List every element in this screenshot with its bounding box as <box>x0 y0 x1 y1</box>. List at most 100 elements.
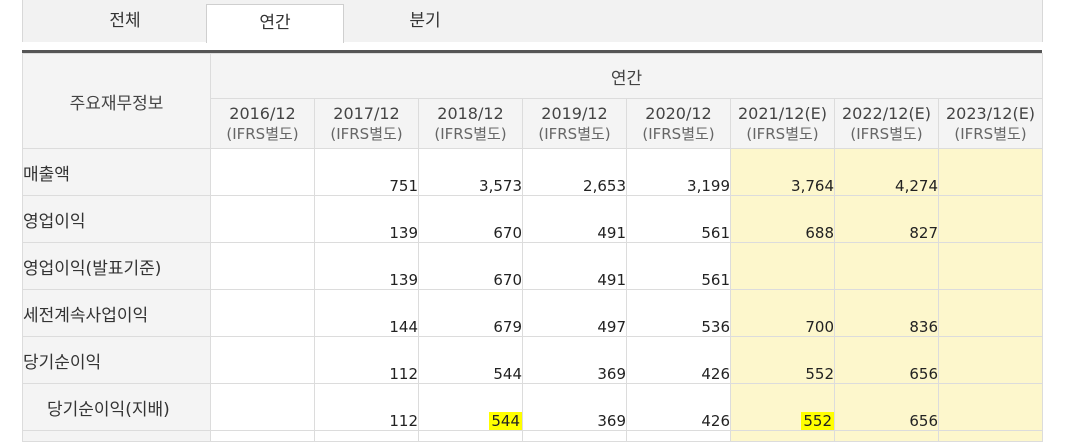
table-cell <box>210 383 315 431</box>
column-basis: (IFRS별도) <box>330 124 403 143</box>
cell-value: 112 <box>389 365 418 383</box>
column-period: 2022/12(E) <box>841 103 932 123</box>
table-row: 당기순이익 112 544 369 426 552 656 <box>22 336 1044 384</box>
table-cell: 144 <box>314 289 419 337</box>
table-cell: 561 <box>626 195 731 243</box>
table-cell: 536 <box>626 289 731 337</box>
table-cell: 112 <box>314 336 419 384</box>
table-cell: 491 <box>522 195 627 243</box>
row-label: 당기순이익(지배) <box>22 383 211 431</box>
table-cell: 491 <box>522 242 627 290</box>
column-period: 2017/12 <box>333 103 400 123</box>
cell-value: 426 <box>701 365 730 383</box>
table-cell: 670 <box>418 242 523 290</box>
cell-value: 369 <box>597 412 626 430</box>
table-cell <box>314 430 419 442</box>
table-cell <box>210 289 315 337</box>
cell-value: 3,573 <box>479 177 522 195</box>
table-cell: 552 <box>730 336 835 384</box>
table-cell <box>730 430 835 442</box>
row-label: 영업이익(발표기준) <box>22 242 211 290</box>
cell-value: 139 <box>389 224 418 242</box>
cell-value: 144 <box>389 318 418 336</box>
row-label: 당기순이익 <box>22 336 211 384</box>
column-period: 2018/12 <box>437 103 504 123</box>
table-cell <box>937 383 1044 431</box>
table-cell <box>210 242 315 290</box>
cell-value: 700 <box>805 318 834 336</box>
column-basis: (IFRS별도) <box>642 124 715 143</box>
table-row: 영업이익(발표기준) 139 670 491 561 <box>22 242 1044 290</box>
cell-value: 656 <box>909 412 938 430</box>
table-cell: 426 <box>626 383 731 431</box>
table-body: 매출액 751 3,573 2,653 3,199 3,764 4,274 영업이익 139 67… <box>22 148 1044 442</box>
table-cell <box>418 430 523 442</box>
cell-value: 4,274 <box>895 177 938 195</box>
cell-value: 2,653 <box>583 177 626 195</box>
table-row: 세전계속사업이익 144 679 497 536 700 836 <box>22 289 1044 337</box>
table-cell <box>210 148 315 196</box>
cell-value: 827 <box>909 224 938 242</box>
table-cell <box>937 336 1044 384</box>
table-cell <box>626 430 731 442</box>
table-cell: 139 <box>314 195 419 243</box>
column-period: 2019/12 <box>541 103 608 123</box>
cell-value: 751 <box>389 177 418 195</box>
highlighted-cell-value: 552 <box>801 412 834 430</box>
table-cell: 827 <box>834 195 939 243</box>
column-basis: (IFRS별도) <box>434 124 507 143</box>
corner-label: 주요재무정보 <box>22 53 211 149</box>
table-cell: 369 <box>522 336 627 384</box>
table-cell: 3,573 <box>418 148 523 196</box>
column-basis: (IFRS별도) <box>746 124 819 143</box>
table-cell: 688 <box>730 195 835 243</box>
table-cell <box>834 242 939 290</box>
period-tabs: 전체 연간 분기 <box>22 0 1043 43</box>
column-header: 2023/12(E) (IFRS별도) <box>937 98 1044 149</box>
table-cell <box>937 242 1044 290</box>
table-cell: 751 <box>314 148 419 196</box>
table-cell <box>210 430 315 442</box>
cell-value: 561 <box>701 224 730 242</box>
column-basis: (IFRS별도) <box>226 124 299 143</box>
row-label: 영업이익 <box>22 195 211 243</box>
tab-quarterly[interactable]: 분기 <box>345 0 505 42</box>
table-cell <box>937 195 1044 243</box>
table-row: 당기순이익(지배) 112 544 369 426 552 656 <box>22 383 1044 431</box>
tab-all[interactable]: 전체 <box>45 0 205 42</box>
cell-value: 679 <box>493 318 522 336</box>
table-cell: 656 <box>834 336 939 384</box>
column-period: 2016/12 <box>229 103 296 123</box>
column-period: 2020/12 <box>645 103 712 123</box>
table-cell: 700 <box>730 289 835 337</box>
table-cell: 561 <box>626 242 731 290</box>
cell-value: 544 <box>493 365 522 383</box>
column-period: 2021/12(E) <box>737 103 828 123</box>
table-cell: 2,653 <box>522 148 627 196</box>
column-basis: (IFRS별도) <box>538 124 611 143</box>
annual-group-header: 연간 <box>209 53 1044 99</box>
cell-value: 561 <box>701 271 730 289</box>
table-cell: 544 <box>418 383 523 431</box>
highlighted-cell-value: 544 <box>489 412 522 430</box>
table-cell <box>210 195 315 243</box>
table-cell: 3,199 <box>626 148 731 196</box>
cell-value: 139 <box>389 271 418 289</box>
cell-value: 536 <box>701 318 730 336</box>
tab-annual[interactable]: 연간 <box>206 4 344 43</box>
column-period: 2023/12(E) <box>945 103 1036 123</box>
column-header: 2019/12 (IFRS별도) <box>522 98 627 149</box>
table-cell: 670 <box>418 195 523 243</box>
cell-value: 3,199 <box>687 177 730 195</box>
column-basis: (IFRS별도) <box>850 124 923 143</box>
column-header: 2016/12 (IFRS별도) <box>210 98 315 149</box>
table-cell <box>210 336 315 384</box>
cell-value: 491 <box>597 271 626 289</box>
table-row-partial <box>22 430 1044 442</box>
table-cell: 3,764 <box>730 148 835 196</box>
column-basis: (IFRS별도) <box>954 124 1027 143</box>
cell-value: 497 <box>597 318 626 336</box>
row-label: 매출액 <box>22 148 211 196</box>
table-cell <box>937 148 1044 196</box>
table-cell: 369 <box>522 383 627 431</box>
